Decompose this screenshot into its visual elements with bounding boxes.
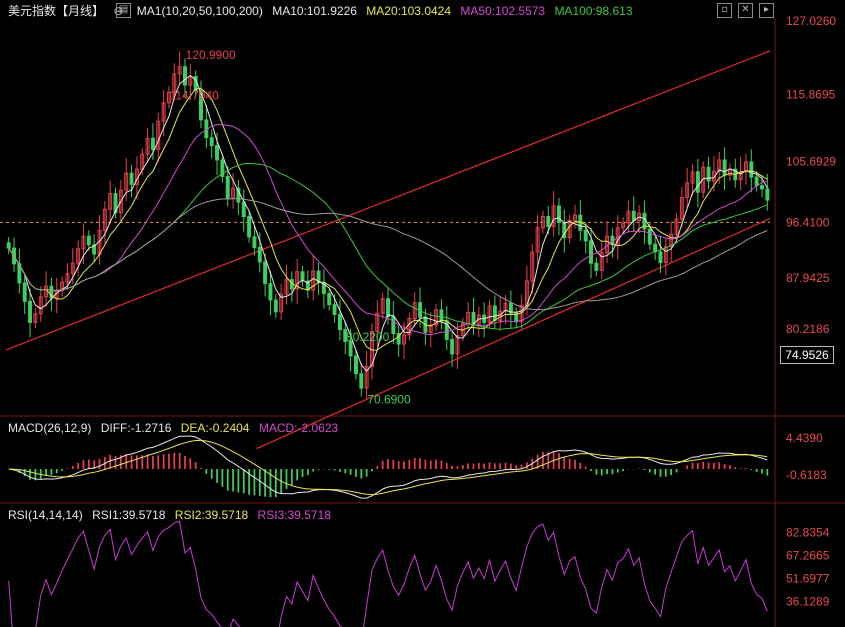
candle-body <box>492 305 497 321</box>
candle-body <box>268 283 273 301</box>
macd-dea-value: DEA:-0.2404 <box>180 421 250 435</box>
candle-body <box>359 373 364 389</box>
candle-body <box>391 315 396 335</box>
candle-body <box>647 228 652 245</box>
rsi-header: RSI(14,14,14) RSI1:39.5718 RSI2:39.5718 … <box>0 506 337 524</box>
scroll-button[interactable]: ▸ <box>759 3 774 18</box>
candle-body <box>353 355 358 375</box>
candle-body <box>22 282 27 302</box>
candle-body <box>225 175 230 199</box>
candle-body <box>263 261 268 285</box>
candle-body <box>86 235 91 246</box>
candle-body <box>583 229 588 242</box>
settings-button[interactable]: ▤ <box>116 3 131 18</box>
candle-body <box>209 137 214 147</box>
last-price-label: 74.9526 <box>780 346 834 364</box>
candle-body <box>6 242 11 249</box>
ma-indicator-label[interactable]: MA1(10,20,50,100,200) <box>137 4 263 18</box>
candle-body <box>273 299 278 313</box>
price-annotation: 70.6900 <box>367 392 411 406</box>
ma-line-ma10 <box>8 74 768 372</box>
candle-body <box>754 176 759 187</box>
candle-body <box>252 236 257 248</box>
minimize-button[interactable]: ▫ <box>717 3 732 18</box>
main-chart-header: 美元指数【月线】 ⊖ MA1(10,20,50,100,200) MA10:10… <box>0 2 639 20</box>
rsi-tick-label: 67.2665 <box>786 548 830 562</box>
candle-body <box>327 292 332 306</box>
rsi-line <box>8 520 768 627</box>
candle-body <box>28 300 33 323</box>
candle-body <box>129 172 134 185</box>
rsi-tick-label: 51.6977 <box>786 571 830 585</box>
candle-body <box>257 246 262 263</box>
channel-line <box>256 217 771 450</box>
candle-body <box>760 185 764 190</box>
rsi-label[interactable]: RSI(14,14,14) <box>8 508 83 522</box>
candle-body <box>439 309 444 322</box>
candle-body <box>749 161 754 178</box>
price-tick-label: 80.2186 <box>786 322 830 336</box>
chart-title: 美元指数【月线】 <box>8 4 105 18</box>
candle-body <box>450 338 455 355</box>
candle-body <box>150 137 155 150</box>
macd-hist-value: MACD:-2.0623 <box>258 421 339 435</box>
close-button[interactable]: ✕ <box>738 3 753 18</box>
rsi-tick-label: 82.8354 <box>786 526 830 540</box>
ma50-value: MA50:102.5573 <box>460 4 546 18</box>
candle-body <box>386 298 390 317</box>
candle-body <box>337 313 342 331</box>
rsi-tick-label: 36.1289 <box>786 594 830 608</box>
rsi3-value: RSI3:39.5718 <box>257 508 331 522</box>
candle-body <box>247 216 252 238</box>
candle-body <box>332 304 337 315</box>
ma20-value: MA20:103.0424 <box>366 4 452 18</box>
candle-body <box>706 166 711 182</box>
candle-body <box>300 271 305 282</box>
rsi2-value: RSI2:39.5718 <box>174 508 249 522</box>
candle-body <box>594 262 599 271</box>
candle-body <box>546 216 551 227</box>
ma10-value: MA10:101.9226 <box>272 4 357 18</box>
rsi1-value: RSI1:39.5718 <box>92 508 166 522</box>
candle-body <box>695 171 700 193</box>
candle-body <box>658 251 663 264</box>
candle-body <box>215 145 220 161</box>
macd-diff-value: DIFF:-1.2716 <box>100 421 172 435</box>
price-tick-label: 127.0260 <box>786 14 836 28</box>
candle-body <box>556 205 561 223</box>
price-tick-label: 87.9425 <box>786 271 830 285</box>
macd-tick-label: 4.4390 <box>786 431 823 445</box>
macd-tick-label: -0.6183 <box>786 468 827 482</box>
price-annotation: 80.2200 <box>346 330 390 344</box>
stock-chart-window: 127.0260 115.8695 105.6929 96.4100 87.9425 80… <box>0 0 845 627</box>
macd-header: MACD(26,12,9) DIFF:-1.2716 DEA:-0.2404 M… <box>0 419 344 437</box>
candle-body <box>765 188 770 201</box>
candle-body <box>631 210 636 221</box>
price-tick-label: 115.8695 <box>786 87 835 101</box>
candle-body <box>722 159 727 176</box>
candlestick-chart: 127.0260 115.8695 105.6929 96.4100 87.9425 80… <box>0 14 845 627</box>
price-tick-label: 105.6929 <box>786 154 836 168</box>
price-tick-label: 96.4100 <box>786 215 830 229</box>
candle-body <box>589 240 593 264</box>
ma100-value: MA100:98.613 <box>554 4 633 18</box>
candle-body <box>241 201 246 218</box>
price-annotation: 114.7940 <box>170 89 219 103</box>
price-annotation: 120.9900 <box>186 48 236 62</box>
macd-label[interactable]: MACD(26,12,9) <box>8 421 91 435</box>
candle-body <box>183 66 187 86</box>
